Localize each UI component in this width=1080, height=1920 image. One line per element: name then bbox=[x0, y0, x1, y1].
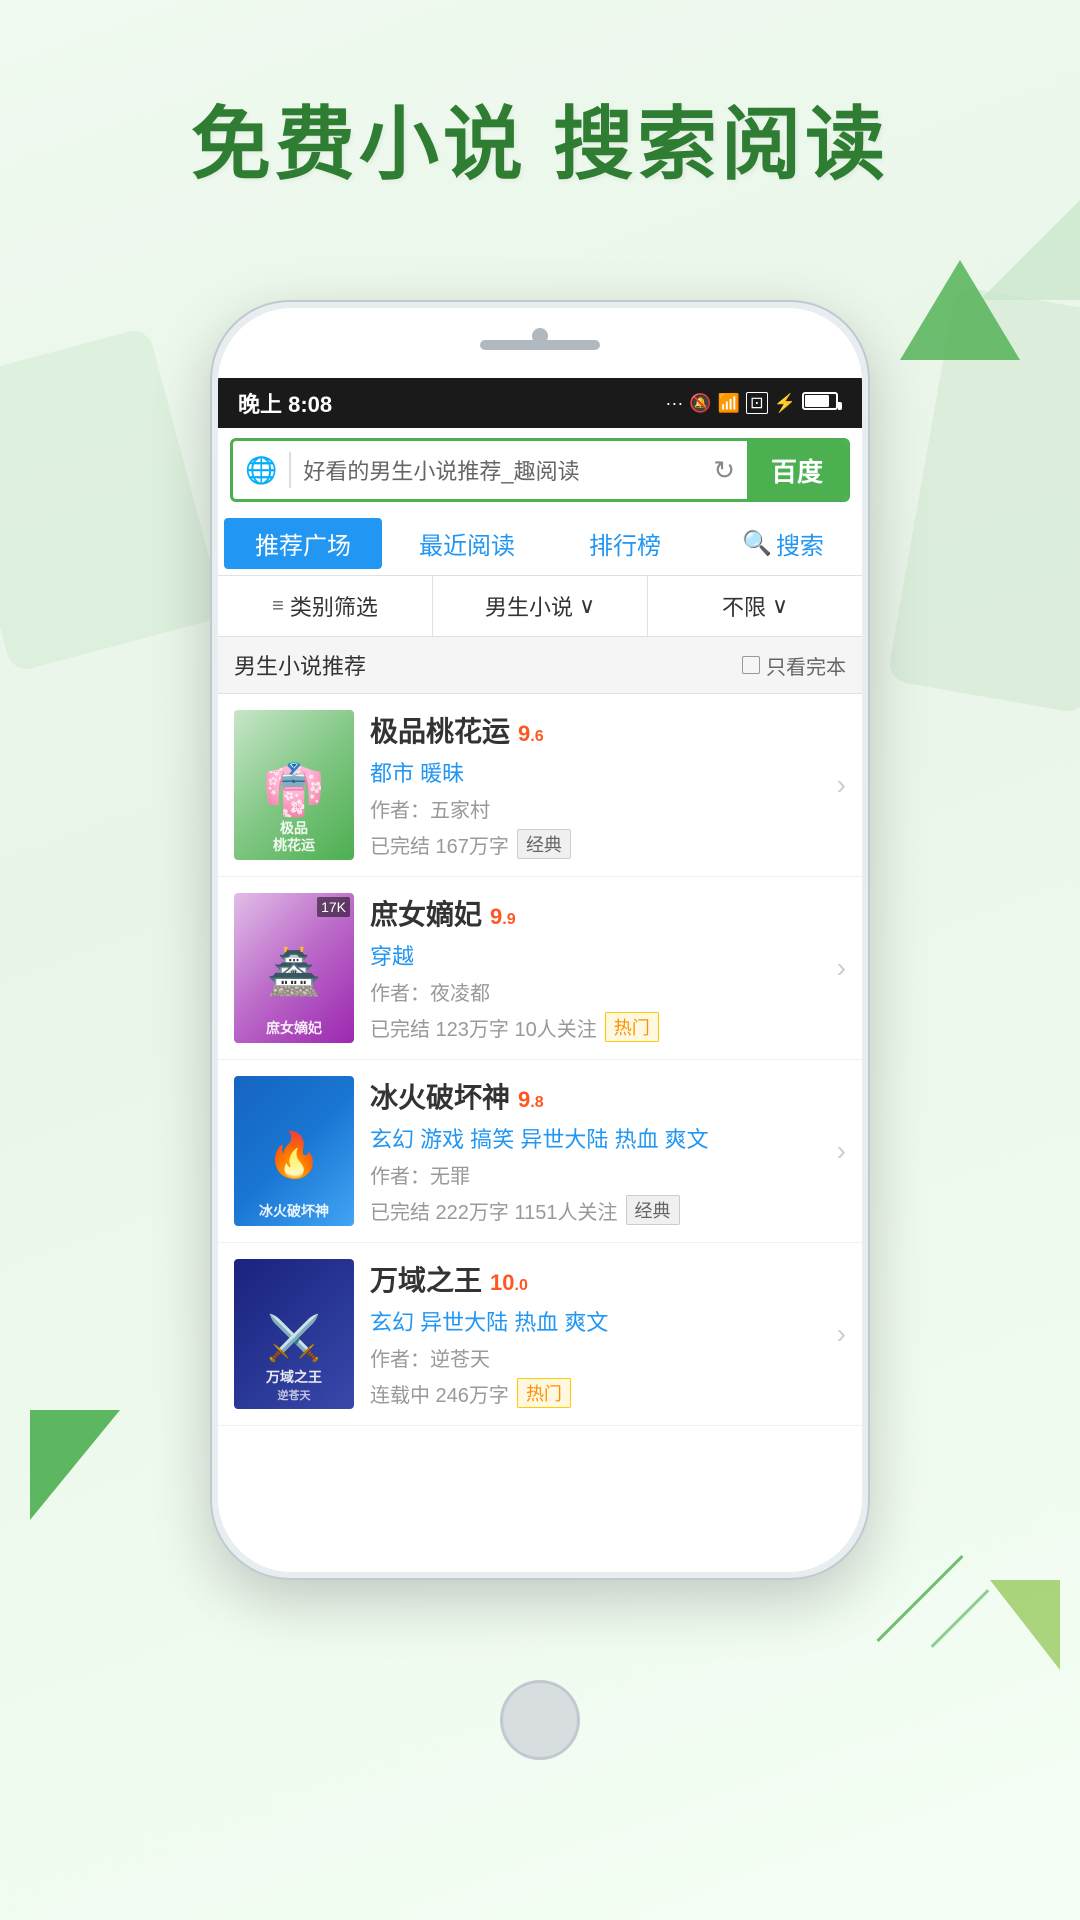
completed-filter-label: 只看完本 bbox=[766, 651, 846, 680]
chevron-right-1: › bbox=[837, 769, 846, 801]
refresh-icon[interactable]: ↻ bbox=[701, 455, 747, 486]
filter-genre[interactable]: 男生小说 ∨ bbox=[433, 576, 648, 636]
search-magnifier-icon: 🔍 bbox=[742, 529, 772, 558]
phone-inner: 晚上 8:08 ··· 🔕 📶 ⊡ ⚡ 🌐 bbox=[218, 308, 862, 1572]
section-title: 男生小说推荐 bbox=[234, 649, 366, 681]
book-genre-4: 玄幻 异世大陆 热血 爽文 bbox=[370, 1305, 846, 1337]
book-info-1: 极品桃花运 9.6 都市 暖昧 作者：五家村 已完结 167万字 经典 bbox=[370, 710, 846, 860]
bg-triangle-bottom-right bbox=[990, 1580, 1060, 1670]
chevron-right-3: › bbox=[837, 1135, 846, 1167]
completed-checkbox[interactable] bbox=[742, 656, 760, 674]
book-author-3: 作者：无罪 bbox=[370, 1160, 846, 1189]
status-bar: 晚上 8:08 ··· 🔕 📶 ⊡ ⚡ bbox=[218, 378, 862, 428]
book-title-3: 冰火破坏神 bbox=[370, 1076, 510, 1116]
phone-screen: 晚上 8:08 ··· 🔕 📶 ⊡ ⚡ 🌐 bbox=[218, 378, 862, 1572]
book-info-4: 万域之王 10.0 玄幻 异世大陆 热血 爽文 作者：逆苍天 连载中 246万字… bbox=[370, 1259, 846, 1409]
book-cover-4: ⚔️ 万域之王逆苍天 bbox=[234, 1259, 354, 1409]
book-author-2: 作者：夜凌都 bbox=[370, 977, 846, 1006]
book-cover-3: 🔥 冰火破坏神 bbox=[234, 1076, 354, 1226]
tab-bar: 推荐广场 最近阅读 排行榜 🔍 搜索 bbox=[218, 512, 862, 576]
book-author-1: 作者：五家村 bbox=[370, 794, 846, 823]
chevron-down-limit-icon: ∨ bbox=[772, 593, 788, 619]
book-title-1: 极品桃花运 bbox=[370, 710, 510, 750]
bg-decoration-right bbox=[887, 286, 1080, 715]
book-rating-4: 10.0 bbox=[490, 1270, 528, 1296]
book-tag-4: 热门 bbox=[517, 1378, 571, 1408]
tab-search[interactable]: 🔍 搜索 bbox=[704, 512, 862, 575]
book-item-2[interactable]: 🏯 17K 庶女嫡妃 庶女嫡妃 9.9 bbox=[218, 877, 862, 1060]
book-item-4[interactable]: ⚔️ 万域之王逆苍天 万域之王 10.0 玄幻 异世大陆 热血 bbox=[218, 1243, 862, 1426]
section-header: 男生小说推荐 只看完本 bbox=[218, 637, 862, 694]
filter-category[interactable]: ≡ 类别筛选 bbox=[218, 576, 433, 636]
chevron-right-2: › bbox=[837, 952, 846, 984]
book-list: 👘 极品桃花运 极品桃花运 9.6 都市 暖昧 bbox=[218, 694, 862, 1572]
book-rating-3: 9.8 bbox=[518, 1087, 544, 1113]
bg-triangle-top-right bbox=[980, 180, 1080, 300]
book-item-3[interactable]: 🔥 冰火破坏神 冰火破坏神 9.8 玄幻 游戏 搞笑 异世大 bbox=[218, 1060, 862, 1243]
sim-icon: ⊡ bbox=[746, 392, 767, 414]
book-tag-3: 经典 bbox=[626, 1195, 680, 1225]
chevron-down-genre-icon: ∨ bbox=[579, 593, 595, 619]
baidu-button[interactable]: 百度 bbox=[747, 441, 847, 499]
search-input[interactable]: 好看的男生小说推荐_趣阅读 bbox=[291, 454, 701, 486]
status-time: 晚上 8:08 bbox=[238, 387, 332, 419]
phone-home-button[interactable] bbox=[500, 1680, 580, 1760]
bg-triangle-bottom-left bbox=[30, 1410, 120, 1520]
phone-speaker bbox=[480, 340, 600, 350]
book-tag-2: 热门 bbox=[605, 1012, 659, 1042]
flash-icon: ⚡ bbox=[774, 393, 796, 414]
book-author-4: 作者：逆苍天 bbox=[370, 1343, 846, 1372]
battery-icon bbox=[802, 392, 842, 415]
tab-ranking[interactable]: 排行榜 bbox=[546, 512, 704, 575]
bg-decoration-left bbox=[0, 327, 225, 674]
bg-line-right2 bbox=[931, 1589, 990, 1648]
book-rating-1: 9.6 bbox=[518, 721, 544, 747]
phone-outer: 晚上 8:08 ··· 🔕 📶 ⊡ ⚡ 🌐 bbox=[210, 300, 870, 1580]
book-meta-1: 已完结 167万字 经典 bbox=[370, 829, 846, 859]
book-title-4: 万域之王 bbox=[370, 1259, 482, 1299]
search-bar[interactable]: 🌐 好看的男生小说推荐_趣阅读 ↻ 百度 bbox=[230, 438, 850, 502]
filter-limit[interactable]: 不限 ∨ bbox=[648, 576, 862, 636]
book-meta-4: 连载中 246万字 热门 bbox=[370, 1378, 846, 1408]
book-tag-1: 经典 bbox=[517, 829, 571, 859]
book-genre-2: 穿越 bbox=[370, 939, 846, 971]
book-cover-1: 👘 极品桃花运 bbox=[234, 710, 354, 860]
phone-mockup: 晚上 8:08 ··· 🔕 📶 ⊡ ⚡ 🌐 bbox=[210, 300, 870, 1700]
book-cover-2: 🏯 17K 庶女嫡妃 bbox=[234, 893, 354, 1043]
headline: 免费小说 搜索阅读 bbox=[0, 80, 1080, 196]
globe-icon: 🌐 bbox=[233, 455, 289, 486]
bg-triangle-green-top bbox=[900, 260, 1020, 360]
book-genre-3: 玄幻 游戏 搞笑 异世大陆 热血 爽文 bbox=[370, 1122, 846, 1154]
tab-recommend[interactable]: 推荐广场 bbox=[224, 518, 382, 569]
mute-icon: 🔕 bbox=[689, 393, 711, 414]
book-item-1[interactable]: 👘 极品桃花运 极品桃花运 9.6 都市 暖昧 bbox=[218, 694, 862, 877]
book-info-2: 庶女嫡妃 9.9 穿越 作者：夜凌都 已完结 123万字 10人关注 热门 bbox=[370, 893, 846, 1043]
filter-bar: ≡ 类别筛选 男生小说 ∨ 不限 ∨ bbox=[218, 576, 862, 637]
wifi-icon: 📶 bbox=[718, 393, 740, 414]
tab-recent[interactable]: 最近阅读 bbox=[388, 512, 546, 575]
book-meta-3: 已完结 222万字 1151人关注 经典 bbox=[370, 1195, 846, 1225]
filter-list-icon: ≡ bbox=[272, 595, 284, 618]
book-rating-2: 9.9 bbox=[490, 904, 516, 930]
book-meta-2: 已完结 123万字 10人关注 热门 bbox=[370, 1012, 846, 1042]
chevron-right-4: › bbox=[837, 1318, 846, 1350]
section-filter[interactable]: 只看完本 bbox=[742, 651, 846, 680]
book-info-3: 冰火破坏神 9.8 玄幻 游戏 搞笑 异世大陆 热血 爽文 作者：无罪 已完结 … bbox=[370, 1076, 846, 1226]
book-genre-1: 都市 暖昧 bbox=[370, 756, 846, 788]
status-icons: ··· 🔕 📶 ⊡ ⚡ bbox=[665, 392, 842, 415]
book-title-2: 庶女嫡妃 bbox=[370, 893, 482, 933]
signal-dots: ··· bbox=[665, 393, 683, 414]
bg-line-right bbox=[877, 1555, 964, 1642]
